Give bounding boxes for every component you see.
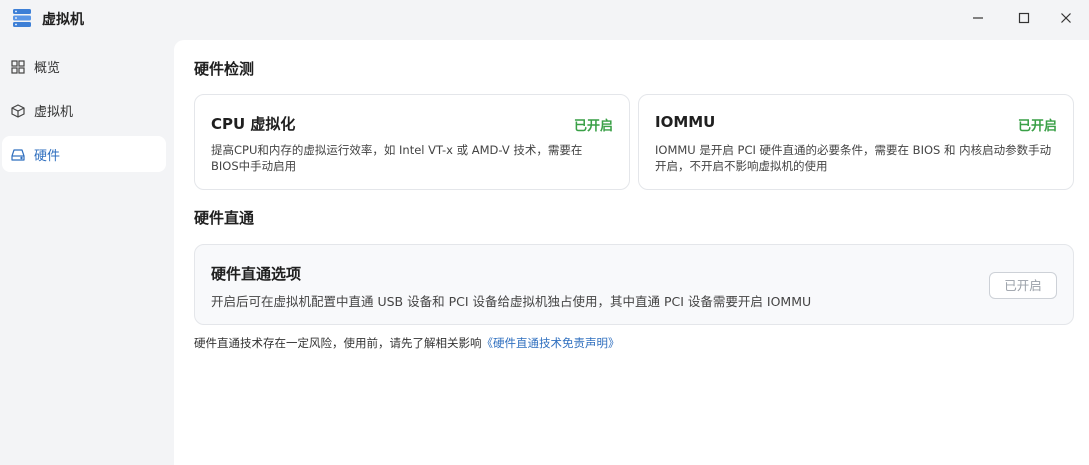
sidebar-item-overview[interactable]: 概览 bbox=[2, 48, 166, 84]
sidebar-item-label: 虚拟机 bbox=[34, 105, 74, 120]
passthrough-option-card: 硬件直通选项 开启后可在虚拟机配置中直通 USB 设备和 PCI 设备给虚拟机独… bbox=[194, 244, 1074, 325]
title-bar: 虚拟机 bbox=[0, 0, 1089, 40]
close-icon bbox=[1060, 9, 1072, 28]
card-title: IOMMU bbox=[655, 113, 716, 131]
sidebar-item-hardware[interactable]: 硬件 bbox=[2, 136, 166, 172]
sidebar-item-label: 硬件 bbox=[34, 149, 61, 164]
minimize-button[interactable] bbox=[955, 0, 1001, 36]
minimize-icon bbox=[972, 9, 984, 28]
sidebar-item-label: 概览 bbox=[34, 61, 61, 76]
app-window: 虚拟机 概览 虚拟机 硬件 硬件检测 CPU 虚拟化 已开启 提高CPU和内存的… bbox=[0, 0, 1089, 465]
maximize-icon bbox=[1018, 9, 1030, 28]
main-panel: 硬件检测 CPU 虚拟化 已开启 提高CPU和内存的虚拟运行效率，如 Intel… bbox=[174, 40, 1089, 465]
card-title: 硬件直通选项 bbox=[211, 265, 302, 283]
cube-icon bbox=[11, 103, 25, 118]
grid-icon bbox=[11, 59, 25, 74]
section-title-passthrough: 硬件直通 bbox=[194, 209, 255, 227]
sidebar-item-vm[interactable]: 虚拟机 bbox=[2, 92, 166, 128]
maximize-button[interactable] bbox=[1001, 0, 1047, 36]
card-description: 开启后可在虚拟机配置中直通 USB 设备和 PCI 设备给虚拟机独占使用，其中直… bbox=[211, 294, 812, 309]
passthrough-enabled-button[interactable]: 已开启 bbox=[989, 272, 1057, 299]
card-description: IOMMU 是开启 PCI 硬件直通的必要条件，需要在 BIOS 和 内核启动参… bbox=[655, 143, 1052, 173]
cpu-virtualization-card: CPU 虚拟化 已开启 提高CPU和内存的虚拟运行效率，如 Intel VT-x… bbox=[194, 94, 630, 190]
drive-icon bbox=[11, 147, 25, 161]
disclaimer-link[interactable]: 《硬件直通技术免责声明》 bbox=[482, 336, 620, 350]
status-badge: 已开启 bbox=[1017, 119, 1057, 134]
sidebar: 概览 虚拟机 硬件 bbox=[0, 40, 174, 465]
card-title: CPU 虚拟化 bbox=[211, 115, 296, 133]
iommu-card: IOMMU 已开启 IOMMU 是开启 PCI 硬件直通的必要条件，需要在 BI… bbox=[638, 94, 1074, 190]
close-button[interactable] bbox=[1043, 0, 1089, 36]
card-description: 提高CPU和内存的虚拟运行效率，如 Intel VT-x 或 AMD-V 技术，… bbox=[211, 143, 583, 173]
window-title: 虚拟机 bbox=[42, 12, 84, 28]
risk-note-text: 硬件直通技术存在一定风险，使用前，请先了解相关影响 bbox=[194, 336, 482, 350]
risk-note: 硬件直通技术存在一定风险，使用前，请先了解相关影响《硬件直通技术免责声明》 bbox=[194, 335, 620, 351]
section-title-detect: 硬件检测 bbox=[194, 60, 255, 78]
status-badge: 已开启 bbox=[573, 119, 613, 134]
server-stack-icon bbox=[11, 7, 33, 29]
